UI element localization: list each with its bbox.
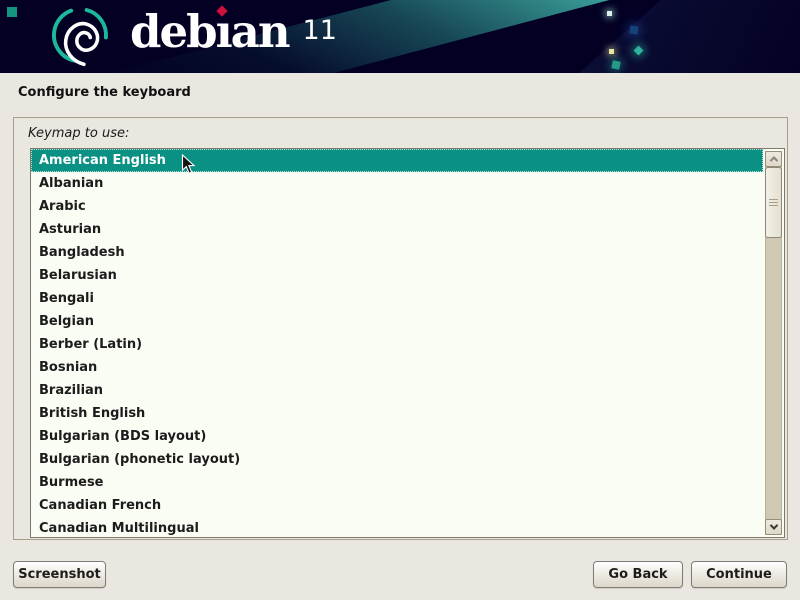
scroll-up-button[interactable] [765, 151, 782, 167]
scrollbar-grip-icon [769, 199, 778, 206]
continue-button[interactable]: Continue [691, 561, 787, 588]
list-item[interactable]: Canadian Multilingual [31, 517, 763, 538]
list-item[interactable]: Arabic [31, 195, 763, 218]
list-item[interactable]: Belarusian [31, 264, 763, 287]
list-item[interactable]: Berber (Latin) [31, 333, 763, 356]
list-item[interactable]: Brazilian [31, 379, 763, 402]
list-item[interactable]: Albanian [31, 172, 763, 195]
banner-dot-cyan [607, 11, 612, 16]
version-number: 11 [303, 6, 337, 46]
list-item[interactable]: American English [31, 149, 763, 172]
list-item[interactable]: Bulgarian (BDS layout) [31, 425, 763, 448]
go-back-button[interactable]: Go Back [593, 561, 683, 588]
debian-wordmark: debıan 11 [130, 6, 337, 58]
keymap-list: American EnglishAlbanianArabicAsturianBa… [31, 149, 763, 538]
brand-text: deb [130, 6, 216, 58]
list-item[interactable]: Canadian French [31, 494, 763, 517]
scroll-down-button[interactable] [765, 519, 782, 535]
list-item[interactable]: British English [31, 402, 763, 425]
banner-dot-teal-square [611, 60, 620, 69]
screenshot-button[interactable]: Screenshot [13, 561, 106, 588]
chevron-down-icon [769, 521, 777, 529]
banner-dot-blue [629, 25, 638, 34]
list-item[interactable]: Bulgarian (phonetic layout) [31, 448, 763, 471]
keymap-listbox: American EnglishAlbanianArabicAsturianBa… [30, 148, 785, 538]
list-item[interactable]: Bengali [31, 287, 763, 310]
list-item[interactable]: Belgian [31, 310, 763, 333]
banner-dot-yellow [609, 49, 614, 54]
list-item[interactable]: Bosnian [31, 356, 763, 379]
list-item[interactable]: Burmese [31, 471, 763, 494]
question-label: Keymap to use: [28, 126, 129, 141]
chevron-up-icon [769, 156, 777, 164]
banner-navy-band [560, 0, 800, 73]
banner-corner-square [7, 7, 17, 17]
installer-banner: debıan 11 [0, 0, 800, 73]
list-item[interactable]: Bangladesh [31, 241, 763, 264]
scrollbar[interactable] [765, 151, 782, 535]
page-title: Configure the keyboard [18, 85, 191, 100]
list-item[interactable]: Asturian [31, 218, 763, 241]
debian-swirl-logo-icon [40, 2, 120, 73]
scrollbar-thumb[interactable] [765, 167, 782, 238]
